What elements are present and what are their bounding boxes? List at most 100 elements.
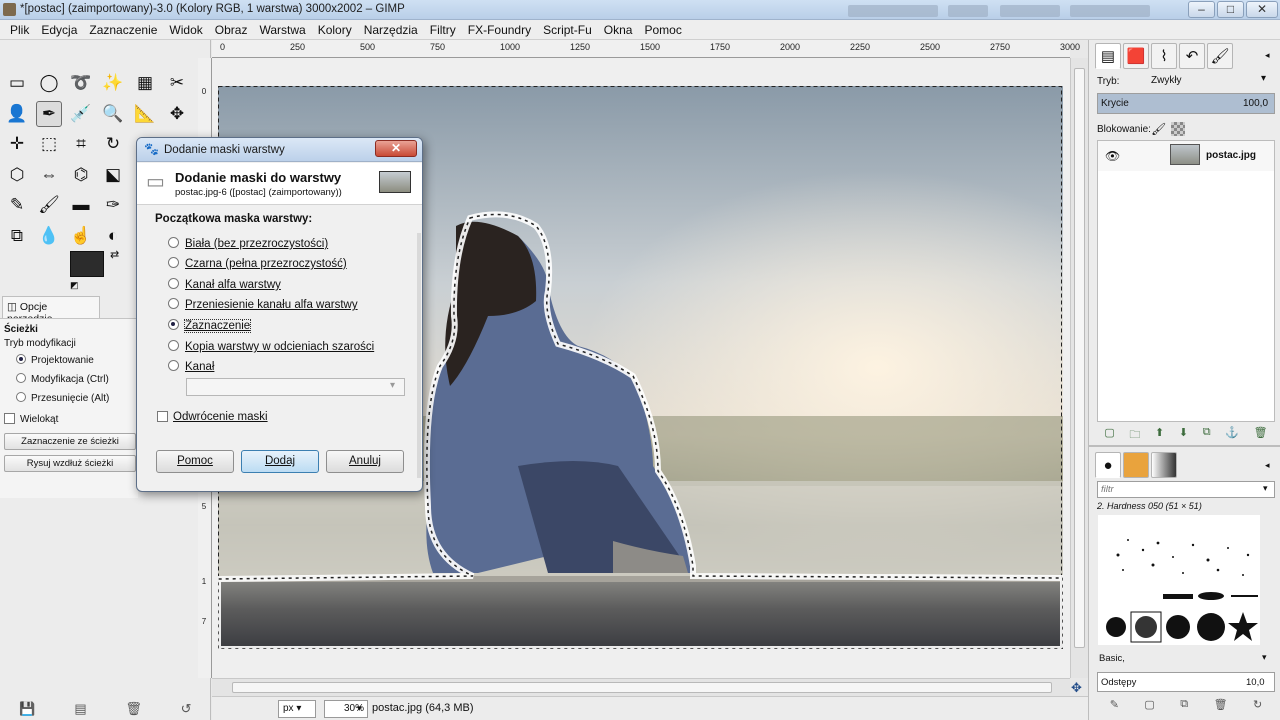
color-picker-icon[interactable]: 💉 bbox=[68, 101, 94, 127]
lock-pixels-icon[interactable]: 🖌 bbox=[1151, 122, 1166, 136]
menu-obraz[interactable]: Obraz bbox=[209, 23, 254, 37]
lock-alpha-icon[interactable] bbox=[1171, 122, 1185, 136]
new-brush-icon[interactable]: ▢ bbox=[1144, 698, 1154, 714]
flip-icon[interactable]: ⇔ bbox=[36, 162, 62, 188]
restore-options-icon[interactable]: ▤ bbox=[74, 701, 86, 717]
reset-options-icon[interactable]: ↺ bbox=[181, 701, 192, 717]
new-group-icon[interactable]: 🗀 bbox=[1129, 426, 1140, 442]
chevron-down-icon[interactable]: ▾ bbox=[357, 703, 362, 714]
delete-brush-icon[interactable]: 🗑 bbox=[1214, 698, 1228, 714]
layers-tab-icon[interactable]: ▤ bbox=[1095, 43, 1121, 69]
delete-options-icon[interactable]: 🗑 bbox=[125, 701, 142, 717]
navigate-icon[interactable]: ✥ bbox=[1071, 680, 1082, 696]
patterns-tab-icon[interactable] bbox=[1123, 452, 1149, 478]
mask-white-radio[interactable]: Biała (bez przezroczystości) bbox=[168, 237, 328, 250]
perspective-icon[interactable]: ⬡ bbox=[4, 162, 30, 188]
undo-history-tab-icon[interactable]: ↶ bbox=[1179, 43, 1205, 69]
ink-icon[interactable]: ✑ bbox=[100, 192, 126, 218]
transform-icon[interactable]: ⬚ bbox=[36, 131, 62, 157]
edit-brush-icon[interactable]: ✎ bbox=[1110, 698, 1119, 714]
mask-selection-radio[interactable]: Zaznaczenie bbox=[168, 319, 252, 333]
menu-kolory[interactable]: Kolory bbox=[312, 23, 358, 37]
foreground-color-swatch[interactable] bbox=[70, 251, 104, 277]
refresh-brushes-icon[interactable]: ↻ bbox=[1253, 698, 1262, 714]
brush-tab-icon[interactable]: 🖌 bbox=[1207, 43, 1233, 69]
mask-transfer-alpha-radio[interactable]: Przeniesienie kanału alfa warstwy bbox=[168, 298, 358, 311]
menu-filtry[interactable]: Filtry bbox=[424, 23, 462, 37]
foreground-select-icon[interactable]: 👤 bbox=[4, 101, 30, 127]
scissors-select-icon[interactable]: ✂ bbox=[164, 70, 190, 96]
add-button[interactable]: Dodaj bbox=[241, 450, 319, 473]
horizontal-scroll-thumb[interactable] bbox=[232, 682, 1052, 693]
menu-pomoc[interactable]: Pomoc bbox=[638, 23, 687, 37]
brush-grid[interactable] bbox=[1098, 515, 1260, 645]
menu-widok[interactable]: Widok bbox=[163, 23, 208, 37]
layer-row[interactable]: 👁 postac.jpg bbox=[1098, 141, 1274, 171]
stroke-path-button[interactable]: Rysuj wzdłuż ścieżki bbox=[4, 455, 136, 472]
ellipse-select-icon[interactable]: ◯ bbox=[36, 70, 62, 96]
channels-tab-icon[interactable]: 🟥 bbox=[1123, 43, 1149, 69]
horizontal-scrollbar[interactable] bbox=[212, 678, 1070, 696]
close-button[interactable]: ✕ bbox=[1246, 1, 1278, 18]
mask-black-radio[interactable]: Czarna (pełna przezroczystość) bbox=[168, 257, 347, 270]
gradients-tab-icon[interactable] bbox=[1151, 452, 1177, 478]
rotate-icon[interactable]: ↻ bbox=[100, 131, 126, 157]
fuzzy-select-icon[interactable]: ✨ bbox=[100, 70, 126, 96]
help-button[interactable]: Pomoc bbox=[156, 450, 234, 473]
visibility-eye-icon[interactable]: 👁 bbox=[1105, 149, 1120, 163]
delete-layer-icon[interactable]: 🗑 bbox=[1254, 426, 1268, 442]
paths-tool-icon[interactable]: ✒ bbox=[36, 100, 62, 127]
rect-select-icon[interactable]: ▭ bbox=[4, 70, 30, 96]
mode-move-radio[interactable]: Przesunięcie (Alt) bbox=[16, 392, 109, 404]
mode-design-radio[interactable]: Projektowanie bbox=[16, 354, 94, 366]
swap-colors-icon[interactable]: ⇄ bbox=[110, 248, 119, 261]
menu-warstwa[interactable]: Warstwa bbox=[253, 23, 311, 37]
cancel-button[interactable]: Anuluj bbox=[326, 450, 404, 473]
polygonal-checkbox[interactable]: Wielokąt bbox=[4, 413, 58, 425]
save-options-icon[interactable]: 💾 bbox=[19, 701, 35, 717]
opacity-slider[interactable]: Krycie 100,0 bbox=[1097, 93, 1275, 114]
eraser-icon[interactable]: ▬ bbox=[68, 192, 94, 218]
airbrush-icon[interactable]: 🖌 bbox=[36, 192, 62, 218]
smudge-icon[interactable]: ☝ bbox=[68, 223, 94, 249]
move-icon[interactable]: ✥ bbox=[164, 101, 190, 127]
brush-filter-input[interactable]: filtr ▾ bbox=[1097, 481, 1275, 498]
cage-icon[interactable]: ⌬ bbox=[68, 162, 94, 188]
mask-channel-radio[interactable]: Kanał bbox=[168, 360, 214, 373]
zoom-icon[interactable]: 🔍 bbox=[100, 101, 126, 127]
menu-fx-foundry[interactable]: FX-Foundry bbox=[462, 23, 537, 37]
dock-menu-icon[interactable]: ◂ bbox=[1265, 50, 1270, 61]
mode-edit-radio[interactable]: Modyfikacja (Ctrl) bbox=[16, 373, 109, 385]
anchor-layer-icon[interactable]: ⚓ bbox=[1225, 426, 1239, 442]
mask-alpha-radio[interactable]: Kanał alfa warstwy bbox=[168, 278, 281, 291]
pencil-icon[interactable]: ✎ bbox=[4, 192, 30, 218]
new-layer-icon[interactable]: ▢ bbox=[1104, 426, 1114, 442]
dodge-burn-icon[interactable]: ◐ bbox=[100, 223, 126, 249]
crop-icon[interactable]: ⌗ bbox=[68, 131, 94, 157]
invert-mask-checkbox[interactable]: Odwrócenie maski bbox=[157, 411, 268, 423]
minimize-button[interactable]: – bbox=[1188, 1, 1215, 18]
perspective-clone-icon[interactable]: ⧉ bbox=[4, 223, 30, 249]
menu-edycja[interactable]: Edycja bbox=[35, 23, 83, 37]
align-icon[interactable]: ✛ bbox=[4, 131, 30, 157]
channel-select[interactable]: ▾ bbox=[186, 378, 405, 396]
measure-icon[interactable]: 📐 bbox=[132, 101, 158, 127]
select-by-color-icon[interactable]: ▦ bbox=[132, 70, 158, 96]
mask-grayscale-radio[interactable]: Kopia warstwy w odcieniach szarości bbox=[168, 340, 374, 353]
lower-layer-icon[interactable]: ⬇ bbox=[1179, 426, 1188, 442]
maximize-button[interactable]: □ bbox=[1217, 1, 1244, 18]
dialog-close-button[interactable]: ✕ bbox=[375, 140, 417, 157]
duplicate-layer-icon[interactable]: ⧉ bbox=[1203, 426, 1211, 442]
brush-tag-select[interactable]: Basic, ▾ bbox=[1097, 651, 1275, 668]
brushes-tab-icon[interactable]: ● bbox=[1095, 452, 1121, 478]
paths-tab-icon[interactable]: ⌇ bbox=[1151, 43, 1177, 69]
raise-layer-icon[interactable]: ⬆ bbox=[1155, 426, 1164, 442]
menu-script-fu[interactable]: Script-Fu bbox=[537, 23, 598, 37]
vertical-scroll-thumb[interactable] bbox=[1074, 68, 1085, 648]
menu-plik[interactable]: Plik bbox=[4, 23, 35, 37]
mode-select[interactable]: Zwykły ▾ bbox=[1141, 73, 1275, 90]
tab-tool-options[interactable]: ◫ Opcje narzędzia bbox=[2, 296, 100, 325]
dock-menu-icon[interactable]: ◂ bbox=[1265, 460, 1270, 471]
free-select-icon[interactable]: ➰ bbox=[68, 70, 94, 96]
menu-okna[interactable]: Okna bbox=[598, 23, 639, 37]
